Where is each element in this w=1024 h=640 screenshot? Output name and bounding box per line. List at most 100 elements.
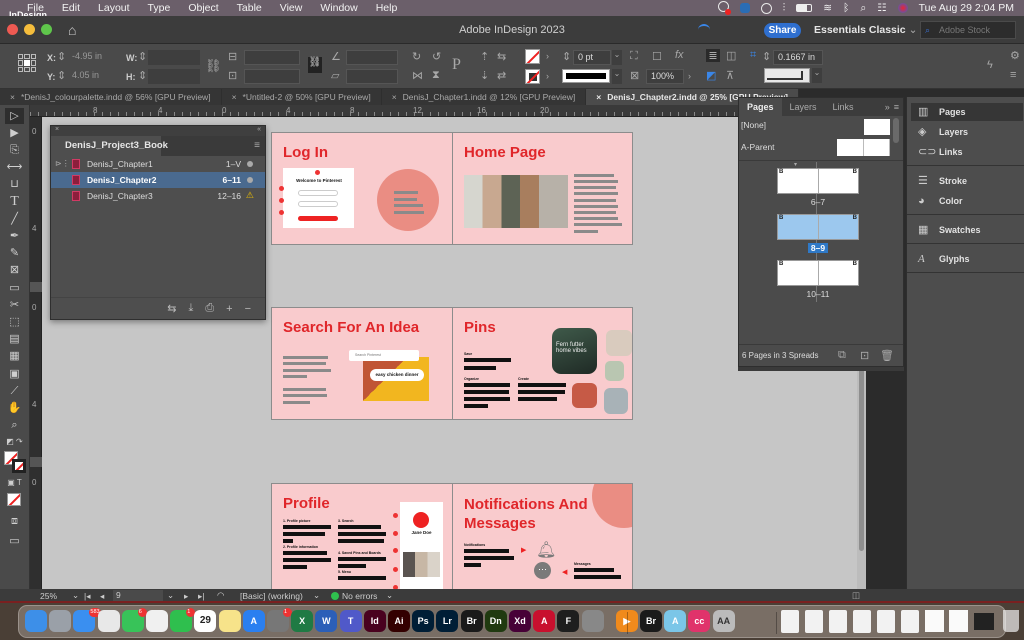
select-next-icon[interactable]: ⇄ [497, 69, 506, 82]
dock-app-notes[interactable] [218, 610, 241, 632]
shear-field[interactable] [346, 69, 398, 84]
fill-stroke-swatch[interactable] [4, 451, 26, 473]
x-stepper[interactable]: ⇕ [57, 50, 66, 63]
stroke-type-selector[interactable] [562, 69, 610, 83]
x-field[interactable]: -4.95 in [68, 50, 118, 65]
menubar-clock[interactable]: Tue Aug 29 2:04 PM [919, 2, 1014, 14]
height-field[interactable] [148, 69, 200, 84]
dock-panel-pages[interactable]: ▥ Pages [911, 103, 1023, 121]
line-tool-icon[interactable]: ╱ [5, 211, 24, 227]
view-mode-icon[interactable]: ▭ [5, 533, 24, 549]
fill-swatch[interactable] [525, 49, 540, 64]
dock-app-font-book[interactable]: AA [712, 610, 735, 632]
rotate-ccw-icon[interactable]: ↺ [432, 50, 441, 63]
formatting-container-text-icon[interactable]: ▣ T [5, 475, 24, 491]
dock-app-screenshot[interactable] [581, 610, 604, 632]
menu-layout[interactable]: Layout [89, 2, 139, 14]
doc-tab-untitled-2[interactable]: × *Untitled-2 @ 50% [GPU Preview] [222, 89, 382, 105]
stroke-type-dropdown[interactable]: ⌄ [612, 69, 622, 84]
siri-icon[interactable] [897, 3, 908, 13]
dock-app-photos[interactable] [146, 610, 168, 632]
panel-menu-icon[interactable]: ≡ [254, 140, 260, 151]
doc-tab-chapter1[interactable]: × DenisJ_Chapter1.indd @ 12% [GPU Preview… [382, 89, 587, 105]
dock-app-acrobat[interactable]: A [533, 610, 556, 632]
dock-app-figma[interactable]: F [557, 610, 580, 632]
dock-app-word[interactable]: W [315, 610, 338, 632]
auto-fit-icon[interactable]: ◩ [706, 69, 716, 82]
close-tab-icon[interactable]: × [10, 92, 15, 102]
errors-dropdown-icon[interactable]: ⌄ [386, 590, 393, 601]
scissors-tool-icon[interactable]: ✂ [5, 297, 24, 313]
spread-thumbnail[interactable]: BB [777, 260, 859, 286]
collapse-panel-icon[interactable]: « [257, 126, 261, 133]
close-tab-icon[interactable]: × [596, 92, 601, 102]
style-source-icon[interactable]: ⊳⋮ [55, 159, 70, 168]
dock-panel-swatches[interactable]: ▦ Swatches [911, 221, 1023, 239]
parent-a-thumb[interactable] [837, 139, 890, 156]
print-book-icon[interactable]: ⎙ [205, 302, 214, 315]
parent-none[interactable]: [None] [741, 120, 766, 130]
dock-panel-stroke[interactable]: ☰ Stroke [911, 172, 1023, 190]
media-play-icon[interactable] [760, 2, 772, 14]
gear-icon[interactable]: ⚙ [1010, 49, 1020, 62]
spread-thumbnail[interactable]: BB [777, 168, 859, 194]
open-preflight-icon[interactable]: ◠ [217, 590, 224, 601]
menu-help[interactable]: Help [367, 2, 407, 14]
drop-shadow-icon[interactable]: ☐ [652, 50, 662, 63]
scale-y-field[interactable] [244, 69, 300, 84]
y-field[interactable]: 4.05 in [68, 69, 118, 84]
dock-app-teams[interactable]: T [339, 610, 362, 632]
add-document-icon[interactable]: + [226, 303, 232, 315]
reference-point-icon[interactable] [18, 54, 36, 72]
parents-scrollbar[interactable] [893, 118, 899, 143]
y-stepper[interactable]: ⇕ [57, 69, 66, 82]
corner-options-dropdown[interactable]: ⌄ [812, 68, 822, 83]
preflight-dropdown-icon[interactable]: ⌄ [313, 590, 320, 601]
wifi-icon[interactable]: ≋ [823, 2, 832, 14]
type-tool-icon[interactable]: T [5, 194, 24, 210]
pencil-tool-icon[interactable]: ✎ [5, 245, 24, 261]
tab-pages[interactable]: Pages [739, 98, 782, 116]
pen-tool-icon[interactable]: ✒ [5, 228, 24, 244]
gradient-swatch-tool-icon[interactable]: ▤ [5, 331, 24, 347]
book-chapter-row[interactable]: DenisJ_Chapter2 6–11 [51, 172, 265, 188]
rotate-cw-icon[interactable]: ↻ [412, 50, 421, 63]
select-container-icon[interactable]: ⇡ [480, 50, 489, 63]
direct-selection-tool-icon[interactable]: ▶ [5, 125, 24, 141]
recent-document-icon[interactable] [853, 610, 871, 633]
gutter-field[interactable]: 0.1667 in [773, 50, 823, 65]
selection-tool-icon[interactable]: ▷ [5, 108, 24, 124]
close-window-button[interactable] [7, 24, 18, 35]
note-tool-icon[interactable]: ▣ [5, 366, 24, 382]
workspace-switcher[interactable]: Essentials Classic ⌄ [814, 24, 917, 36]
doc-tab-colourpalette[interactable]: × *DenisJ_colourpalette.indd @ 56% [GPU P… [0, 89, 222, 105]
quick-actions-icon[interactable]: ϟ [987, 59, 993, 71]
dock-panel-color[interactable]: ◕ Color [911, 192, 1023, 210]
minimized-window-icon[interactable] [974, 613, 994, 630]
rectangle-frame-tool-icon[interactable]: ⊠ [5, 262, 24, 278]
page-number-field[interactable]: 9 [113, 590, 163, 601]
page-dropdown-icon[interactable]: ⌄ [167, 590, 174, 601]
menu-type[interactable]: Type [139, 2, 180, 14]
flip-vertical-icon[interactable]: ⧗ [432, 69, 440, 82]
eyedropper-tool-icon[interactable]: ⟋ [5, 383, 24, 399]
recent-document-icon[interactable] [901, 610, 919, 633]
spread-log-in-home-page[interactable]: Log In Welcome to Pinterest Home Page [271, 132, 633, 245]
corner-options-preview[interactable] [764, 68, 810, 83]
tab-links[interactable]: Links [825, 98, 862, 116]
delete-page-icon[interactable]: 🗑︎ [880, 349, 894, 362]
stroke-weight-stepper[interactable]: ⇕ [562, 50, 571, 63]
dock-app-calendar[interactable]: 29 [194, 610, 217, 632]
constrain-proportions-icon[interactable]: ⛓ [205, 58, 222, 74]
remove-document-icon[interactable]: − [245, 303, 251, 315]
home-icon[interactable]: ⌂ [68, 22, 76, 38]
spread-search-pins[interactable]: Search For An Idea Search Pinterest easy… [271, 307, 633, 420]
dock-app-maps[interactable]: A [664, 610, 687, 632]
more-tabs-icon[interactable]: » [885, 102, 894, 112]
select-previous-icon[interactable]: ⇆ [497, 50, 506, 63]
opacity-field[interactable]: 100% [646, 69, 684, 84]
stroke-menu-chevron[interactable]: › [546, 71, 549, 81]
airpods-icon[interactable]: ⫶ [783, 2, 786, 15]
previous-page-icon[interactable]: ◂ [100, 591, 104, 602]
status-app-icon[interactable] [739, 3, 750, 13]
